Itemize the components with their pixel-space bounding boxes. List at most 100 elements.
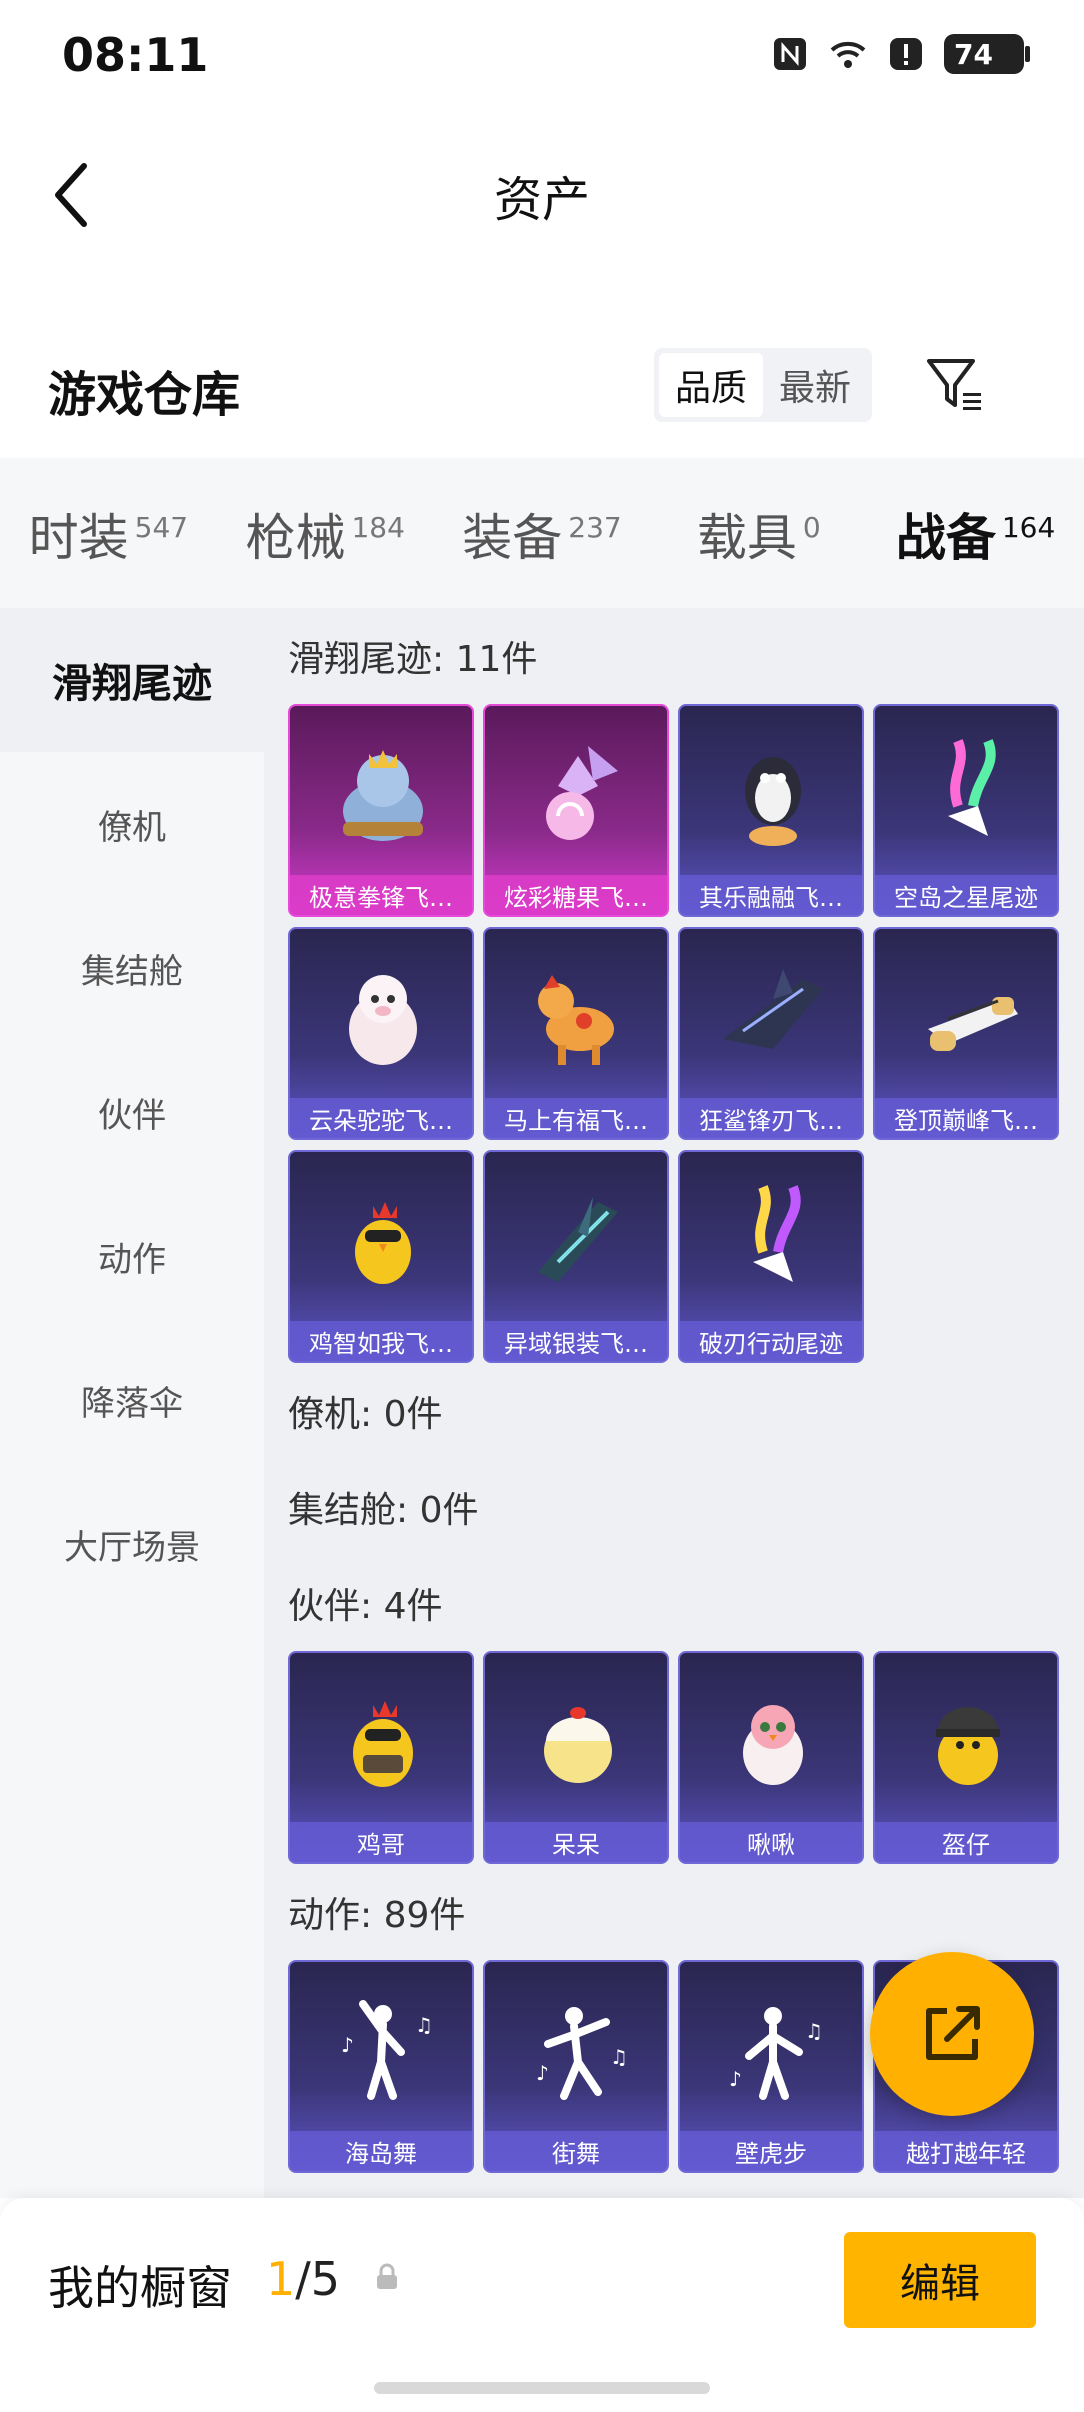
tab-battle-gear[interactable]: 战备 164: [867, 498, 1084, 618]
sidebar-item-glide-trails[interactable]: 滑翔尾迹: [0, 608, 264, 752]
item-card[interactable]: 其乐融融飞…: [678, 704, 864, 917]
elephant-image: [290, 716, 472, 876]
filter-button[interactable]: [920, 350, 990, 420]
status-bar: 08:11 74: [0, 0, 1084, 110]
trails-grid: 极意拳锋飞… 炫彩糖果飞… 其乐融融飞… 空岛之星尾迹 云朵驼驼飞… 马上有福飞…: [264, 704, 1084, 1363]
tab-label: 枪械: [245, 509, 346, 567]
svg-text:♫: ♫: [805, 2019, 823, 2043]
showcase-current: 1: [266, 2252, 296, 2306]
chicken-image: [290, 1162, 472, 1322]
status-icons: 74: [770, 34, 1030, 74]
chicken-image: [290, 1663, 472, 1823]
item-card[interactable]: ♪ ♫ 壁虎步: [678, 1960, 864, 2173]
dancer-image: ♪ ♫: [485, 1972, 667, 2132]
tab-equipment[interactable]: 装备 237: [434, 498, 651, 570]
jet-image: [875, 939, 1057, 1099]
status-time: 08:11: [62, 28, 209, 82]
penguin-image: [680, 716, 862, 876]
tab-count: 547: [134, 511, 189, 544]
alpaca-image: [290, 939, 472, 1099]
tab-guns[interactable]: 枪械 184: [217, 498, 434, 570]
item-card[interactable]: 鸡哥: [288, 1651, 474, 1864]
showcase-total: /5: [295, 2252, 341, 2306]
item-card[interactable]: 狂鲨锋刃飞…: [678, 927, 864, 1140]
lock-icon: [372, 2262, 402, 2292]
group-title-partners: 伙伴: 4件: [288, 1586, 443, 1627]
dancer-image: ♪ ♫: [680, 1972, 862, 2132]
item-label: 破刃行动尾迹: [680, 1321, 862, 1361]
sidebar: 滑翔尾迹 僚机 集结舱 伙伴 动作 降落伞 大厅场景: [0, 608, 264, 2198]
share-button[interactable]: [870, 1952, 1034, 2116]
item-label: 异域银装飞…: [485, 1321, 667, 1361]
tab-label: 载具: [696, 509, 797, 567]
item-card[interactable]: ♪ ♫ 街舞: [483, 1960, 669, 2173]
group-title-pod: 集结舱: 0件: [288, 1490, 479, 1531]
wifi-icon: [828, 34, 868, 74]
category-tabs: 时装 547 枪械 184 装备 237 载具 0 战备 164: [0, 458, 1084, 618]
item-label: 其乐融融飞…: [680, 875, 862, 915]
showcase-bar: 我的橱窗 1/5 编辑: [0, 2198, 1084, 2412]
partners-grid: 鸡哥 呆呆 啾啾 盔仔: [264, 1651, 1084, 1864]
svg-text:♪: ♪: [341, 2033, 354, 2057]
sidebar-item-wingman[interactable]: 僚机: [0, 752, 264, 896]
sidebar-item-emotes[interactable]: 动作: [0, 1184, 264, 1328]
group-title-trails: 滑翔尾迹: 11件: [288, 639, 538, 680]
item-card[interactable]: 破刃行动尾迹: [678, 1150, 864, 1363]
rainbow-trail-image: [875, 716, 1057, 876]
tab-count: 184: [351, 511, 405, 544]
item-label: 狂鲨锋刃飞…: [680, 1098, 862, 1138]
item-card[interactable]: 鸡智如我飞…: [288, 1150, 474, 1363]
item-card[interactable]: 云朵驼驼飞…: [288, 927, 474, 1140]
item-card[interactable]: 炫彩糖果飞…: [483, 704, 669, 917]
item-card[interactable]: ♪ ♫ 海岛舞: [288, 1960, 474, 2173]
tab-vehicles[interactable]: 载具 0: [650, 498, 867, 570]
item-label: 海岛舞: [290, 2131, 472, 2171]
item-label: 炫彩糖果飞…: [485, 875, 667, 915]
item-card[interactable]: 极意拳锋飞…: [288, 704, 474, 917]
dancer-image: ♪ ♫: [290, 1972, 472, 2132]
item-label: 鸡智如我飞…: [290, 1321, 472, 1361]
item-card[interactable]: 盔仔: [873, 1651, 1059, 1864]
item-label: 越打越年轻: [875, 2131, 1057, 2171]
edit-button[interactable]: 编辑: [844, 2232, 1036, 2328]
horse-image: [485, 939, 667, 1099]
bird-image: [680, 1663, 862, 1823]
chick-image: [485, 1663, 667, 1823]
item-label: 鸡哥: [290, 1822, 472, 1862]
item-card[interactable]: 登顶巅峰飞…: [873, 927, 1059, 1140]
top-nav: 资产: [0, 130, 1084, 260]
candy-image: [485, 716, 667, 876]
item-label: 盔仔: [875, 1822, 1057, 1862]
item-card[interactable]: 空岛之星尾迹: [873, 704, 1059, 917]
item-card[interactable]: 马上有福飞…: [483, 927, 669, 1140]
sidebar-item-rally-pod[interactable]: 集结舱: [0, 896, 264, 1040]
svg-text:♫: ♫: [610, 2045, 628, 2069]
tab-count: 164: [1001, 511, 1056, 544]
sort-quality-button[interactable]: 品质: [659, 353, 763, 417]
helmet-chick-image: [875, 1663, 1057, 1823]
item-label: 呆呆: [485, 1822, 667, 1862]
tab-count: 0: [802, 511, 821, 544]
alert-icon: [886, 34, 926, 74]
item-label: 登顶巅峰飞…: [875, 1098, 1057, 1138]
item-label: 马上有福飞…: [485, 1098, 667, 1138]
tab-outfits[interactable]: 时装 547: [0, 498, 217, 570]
svg-text:♪: ♪: [536, 2061, 549, 2085]
item-card[interactable]: 异域银装飞…: [483, 1150, 669, 1363]
item-card[interactable]: 啾啾: [678, 1651, 864, 1864]
shark-image: [680, 939, 862, 1099]
share-icon: [926, 2006, 980, 2060]
sidebar-item-lobby-scenes[interactable]: 大厅场景: [0, 1472, 264, 1616]
group-title-emotes: 动作: 89件: [288, 1895, 466, 1936]
sidebar-item-parachutes[interactable]: 降落伞: [0, 1328, 264, 1472]
tab-label: 战备: [895, 509, 996, 567]
item-label: 街舞: [485, 2131, 667, 2171]
nfc-icon: [770, 34, 810, 74]
rainbow-trail-image: [680, 1162, 862, 1322]
sort-latest-button[interactable]: 最新: [763, 353, 867, 417]
home-indicator: [374, 2382, 710, 2394]
item-label: 壁虎步: [680, 2131, 862, 2171]
sidebar-item-partners[interactable]: 伙伴: [0, 1040, 264, 1184]
item-card[interactable]: 呆呆: [483, 1651, 669, 1864]
svg-text:♫: ♫: [415, 2013, 433, 2037]
